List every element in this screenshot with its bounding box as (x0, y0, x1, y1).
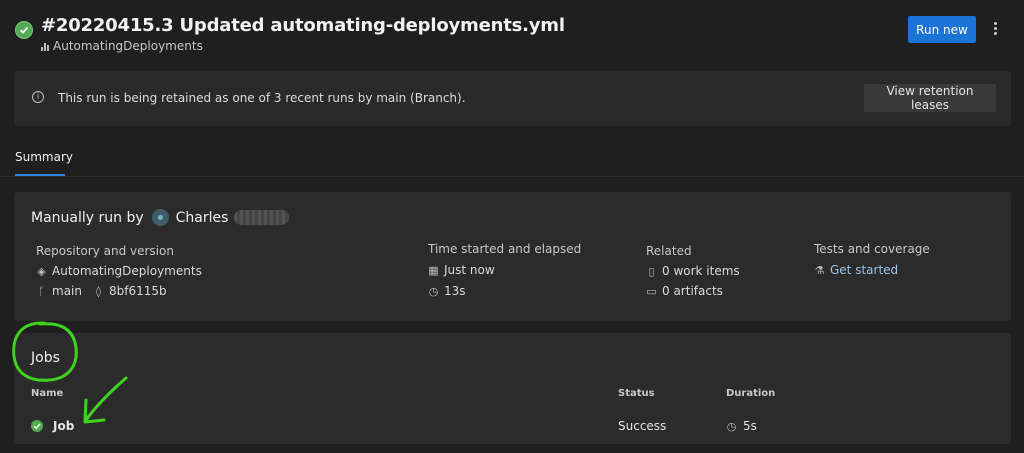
table-row[interactable]: Job Success ◷ 5s (14, 416, 1011, 438)
branch-commit-row: ᚴ main ◊ 8bf6115b (36, 284, 167, 298)
job-duration-cell: ◷ 5s (726, 419, 757, 433)
job-name[interactable]: Job (53, 419, 74, 433)
more-actions-icon[interactable] (989, 20, 1001, 40)
repo-icon (41, 41, 49, 51)
success-status-icon (15, 21, 33, 39)
redacted-surname (234, 210, 290, 225)
tests-get-started-link[interactable]: ⚗ Get started (814, 263, 899, 277)
tests-link-text: Get started (830, 263, 899, 277)
pipeline-run-page: #20220415.3 Updated automating-deploymen… (0, 0, 1024, 453)
repository-name: AutomatingDeployments (52, 264, 202, 278)
repository-label: Repository and version (36, 244, 174, 258)
repo-link[interactable]: AutomatingDeployments (41, 39, 203, 53)
clipboard-icon: ▯ (648, 264, 655, 278)
view-retention-leases-button[interactable]: View retention leases (864, 84, 996, 112)
column-header-name: Name (31, 388, 64, 399)
banner-message: This run is being retained as one of 3 r… (58, 91, 466, 105)
info-icon: i (32, 91, 44, 103)
user-name[interactable]: Charles (176, 210, 229, 226)
jobs-title: Jobs (31, 350, 60, 366)
work-items-link[interactable]: ▯ 0 work items (646, 264, 740, 278)
time-label: Time started and elapsed (428, 242, 582, 256)
time-elapsed: 13s (444, 284, 466, 298)
jobs-card: Jobs Name Status Duration Job Success ◷ … (14, 333, 1011, 444)
column-header-duration: Duration (726, 388, 776, 399)
artifacts-count: 0 artifacts (662, 284, 723, 298)
repository-link[interactable]: ◈ AutomatingDeployments (36, 264, 202, 278)
summary-card: Manually run by Charles Repository and v… (14, 192, 1011, 321)
branch-icon: ᚴ (38, 284, 45, 298)
job-name-cell: Job (31, 419, 74, 433)
trigger-prefix: Manually run by (31, 209, 144, 226)
tests-label: Tests and coverage (814, 242, 930, 256)
success-check-icon (31, 420, 43, 432)
branch-name[interactable]: main (52, 284, 82, 298)
clock-icon: ◷ (428, 284, 439, 298)
tab-summary[interactable]: Summary (15, 150, 73, 164)
run-new-button[interactable]: Run new (908, 16, 976, 43)
time-started: Just now (444, 263, 495, 277)
tab-selected-indicator (15, 174, 65, 176)
column-header-status: Status (618, 388, 655, 399)
flask-icon: ⚗ (814, 263, 825, 277)
repo-diamond-icon: ◈ (37, 264, 46, 278)
commit-icon: ◊ (95, 284, 102, 298)
run-title: #20220415.3 Updated automating-deploymen… (41, 15, 565, 36)
retention-banner: i This run is being retained as one of 3… (14, 71, 1011, 126)
time-elapsed-row: ◷ 13s (428, 284, 466, 298)
job-status: Success (618, 419, 667, 433)
work-items-count: 0 work items (662, 264, 740, 278)
clock-icon: ◷ (726, 419, 737, 433)
artifact-icon: ▭ (646, 284, 657, 298)
artifacts-link[interactable]: ▭ 0 artifacts (646, 284, 723, 298)
commit-id[interactable]: 8bf6115b (109, 284, 167, 298)
calendar-icon: ▦ (428, 263, 439, 277)
avatar (151, 209, 169, 226)
repo-name: AutomatingDeployments (53, 39, 203, 53)
job-duration: 5s (743, 419, 757, 433)
tab-divider (0, 176, 1024, 177)
time-started-row: ▦ Just now (428, 263, 495, 277)
trigger-heading: Manually run by Charles (31, 209, 290, 226)
related-label: Related (646, 244, 692, 258)
